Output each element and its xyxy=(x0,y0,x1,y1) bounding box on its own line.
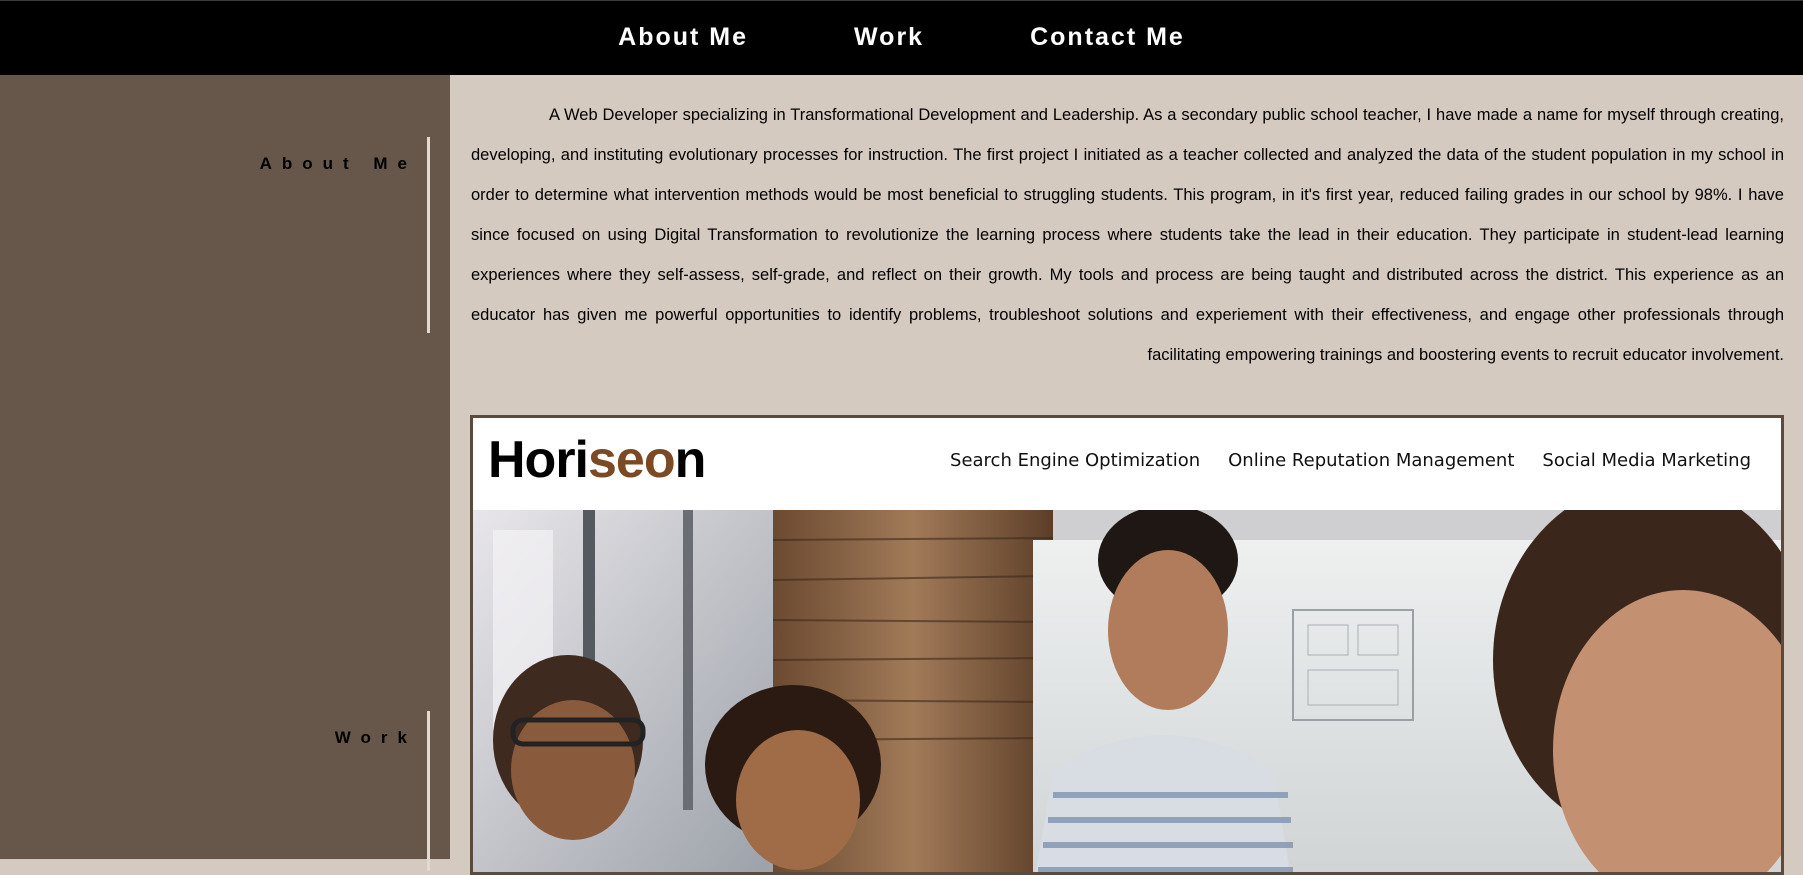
sidebar-section-about: About Me xyxy=(230,137,430,333)
main-content: A Web Developer specializing in Transfor… xyxy=(450,75,1803,875)
nav-contact-me-link[interactable]: Contact Me xyxy=(1030,24,1185,52)
top-nav: About Me Work Contact Me xyxy=(0,0,1803,75)
nav-work-link[interactable]: Work xyxy=(854,24,924,52)
project-card-horiseon[interactable]: Horiseon Search Engine Optimization Onli… xyxy=(470,415,1784,875)
nav-about-me-link[interactable]: About Me xyxy=(618,24,748,52)
project-preview-nav: Search Engine Optimization Online Reputa… xyxy=(950,450,1751,471)
project-link-reputation: Online Reputation Management xyxy=(1228,450,1515,471)
project-preview-header: Horiseon Search Engine Optimization Onli… xyxy=(473,418,1781,510)
sidebar: About Me Work xyxy=(0,75,450,871)
project-link-social: Social Media Marketing xyxy=(1542,450,1751,471)
project-hero-image xyxy=(473,510,1781,872)
logo-part-1: Hori xyxy=(488,431,589,489)
project-logo: Horiseon xyxy=(488,431,707,489)
sidebar-work-heading: Work xyxy=(334,728,417,747)
about-me-paragraph: A Web Developer specializing in Transfor… xyxy=(471,106,1784,364)
logo-part-2: seo xyxy=(588,431,676,489)
logo-part-3: n xyxy=(674,431,707,489)
hero-photo-illustration xyxy=(473,510,1781,872)
sidebar-section-work: Work xyxy=(230,711,430,871)
sidebar-about-heading: About Me xyxy=(259,154,417,173)
project-link-seo: Search Engine Optimization xyxy=(950,450,1201,471)
